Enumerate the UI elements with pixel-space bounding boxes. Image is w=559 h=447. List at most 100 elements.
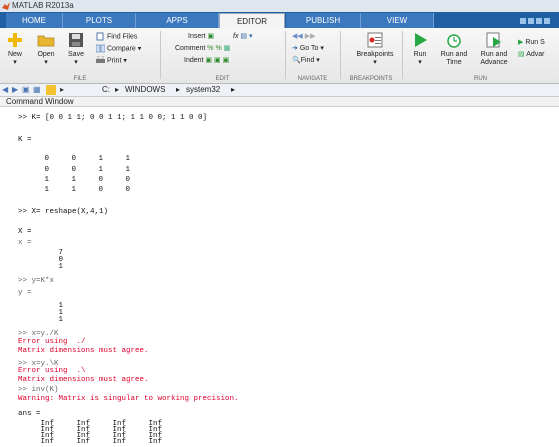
advance-label: Advar xyxy=(526,51,545,58)
path-folder-system32[interactable]: system32 xyxy=(186,84,220,96)
goto-label: Go To xyxy=(299,45,319,52)
back-forward-buttons[interactable]: ◀◀ ▶▶ xyxy=(292,32,316,42)
qa-icon[interactable] xyxy=(536,18,542,24)
command-line: >> X= reshape(X,4,1) xyxy=(18,208,109,216)
output-line: y = xyxy=(18,289,32,297)
path-separator: ▸ xyxy=(176,85,181,94)
path-separator: ▸ xyxy=(231,85,236,94)
tab-editor[interactable]: EDITOR xyxy=(219,13,285,29)
fx-label: fx xyxy=(233,33,239,40)
qa-icon[interactable] xyxy=(544,18,550,24)
advance-icon: ▤ xyxy=(518,51,525,58)
command-line: >> K= [0 0 1 1; 0 0 1 1; 1 1 0 0; 1 1 0 … xyxy=(18,114,208,122)
find-magnifier-icon: 🔍 xyxy=(292,57,301,64)
goto-button[interactable]: ➜ Go To ▾ xyxy=(292,44,324,54)
compare-label: Compare xyxy=(107,45,136,53)
ribbon-separator xyxy=(402,31,403,79)
open-button[interactable]: Open ▾ xyxy=(34,31,58,67)
new-plus-icon xyxy=(8,33,22,47)
run-section-label: Run S xyxy=(525,39,545,46)
tab-view[interactable]: VIEW xyxy=(361,13,434,28)
breakpoints-icon xyxy=(367,32,383,48)
run-section-button[interactable]: ▶ Run S xyxy=(518,38,545,48)
path-folder-windows[interactable]: WINDOWS xyxy=(125,84,165,96)
print-button[interactable]: Print ▾ xyxy=(96,56,127,66)
compare-button[interactable]: Compare ▾ xyxy=(96,44,141,54)
smart-indent-icon: ▣ xyxy=(205,57,213,64)
uncomment-icon[interactable]: % xyxy=(215,45,221,52)
path-separator: ▸ xyxy=(115,85,120,94)
increase-indent-icon[interactable]: ▣ xyxy=(214,57,221,64)
comment-icon: % xyxy=(207,45,214,52)
goto-arrow-icon: ➜ xyxy=(292,45,298,52)
output-line: ans = xyxy=(18,410,41,418)
breakpoints-button[interactable]: Breakpoints ▾ xyxy=(350,31,400,67)
insert-label: Insert xyxy=(188,33,206,40)
path-back-icon[interactable]: ◀ xyxy=(2,84,8,96)
vector-row: 1 xyxy=(18,316,64,324)
breakpoints-group-label: BREAKPOINTS xyxy=(349,76,393,82)
path-root-separator: ▸ xyxy=(60,85,65,94)
ribbon-separator xyxy=(340,31,341,79)
path-forward-icon[interactable]: ▶ xyxy=(12,84,18,96)
save-disk-icon xyxy=(69,33,83,47)
file-group-label: FILE xyxy=(73,76,87,82)
window-title: MATLAB R2013a xyxy=(12,1,74,10)
print-label: Print xyxy=(107,57,122,65)
insert-button[interactable]: Insert ▣ xyxy=(188,32,214,42)
browse-folder-icon[interactable]: ▦ xyxy=(33,84,41,96)
tab-home[interactable]: HOME xyxy=(6,13,63,28)
indent-button[interactable]: Indent ▣ ▣ ▣ xyxy=(184,56,229,66)
matrix-row: 0 0 1 1 xyxy=(22,166,131,174)
vector-row: 1 xyxy=(18,263,64,271)
matrix-row: 1 1 0 0 xyxy=(22,186,131,194)
matrix-row: 1 1 0 0 xyxy=(22,176,131,184)
print-icon xyxy=(96,56,105,63)
advance-button[interactable]: ▤ Advar xyxy=(518,50,544,60)
tab-apps[interactable]: APPS xyxy=(136,13,219,28)
run-and-time-button[interactable]: Run and Time xyxy=(437,31,471,67)
nav-forward-icon[interactable]: ▶▶ xyxy=(305,33,316,40)
command-window[interactable]: >> K= [0 0 1 1; 0 0 1 1; 1 1 0 0; 1 1 0 … xyxy=(0,108,559,446)
run-and-advance-button[interactable]: Run and Advance xyxy=(476,31,512,67)
new-button[interactable]: New ▾ xyxy=(4,31,26,67)
comment-button[interactable]: Comment % % ▦ xyxy=(175,44,230,54)
save-label: Save xyxy=(68,51,84,58)
wrap-comment-icon[interactable]: ▦ xyxy=(224,45,231,52)
editor-ribbon: New ▾ Open ▾ Save ▾ Find Files Compare ▾ Pr… xyxy=(0,28,559,84)
command-window-title: Command Window xyxy=(0,97,559,107)
nav-back-icon[interactable]: ◀◀ xyxy=(292,33,303,40)
find-files-icon xyxy=(96,32,104,41)
error-line: Matrix dimensions must agree. xyxy=(18,376,149,384)
find-label: Find xyxy=(300,57,315,64)
folder-up-icon[interactable]: ▣ xyxy=(22,84,30,96)
matrix-row: 0 0 1 1 xyxy=(22,155,131,163)
run-and-advance-label: Run and Advance xyxy=(480,51,508,66)
run-section-icon: ▶ xyxy=(518,39,524,46)
decrease-indent-icon[interactable]: ▣ xyxy=(223,57,230,64)
save-button[interactable]: Save ▾ xyxy=(64,31,88,67)
path-drive[interactable]: C: xyxy=(102,84,110,96)
run-and-time-label: Run and Time xyxy=(440,51,468,66)
run-button[interactable]: Run ▾ xyxy=(408,31,432,67)
ribbon-separator xyxy=(160,31,161,79)
run-label: Run xyxy=(413,51,427,58)
find-files-button[interactable]: Find Files xyxy=(96,32,137,42)
new-label: New xyxy=(7,51,22,58)
qa-icon[interactable] xyxy=(520,18,526,24)
command-line: >> inv(K) xyxy=(18,386,59,394)
error-line: Error using ./ xyxy=(18,338,86,346)
command-line: >> y=K*x xyxy=(18,277,55,285)
folder-icon xyxy=(46,85,56,95)
matrix-row: Inf Inf Inf Inf xyxy=(18,438,163,446)
tab-publish[interactable]: PUBLISH xyxy=(286,13,361,28)
run-play-icon xyxy=(415,33,427,47)
tab-plots[interactable]: PLOTS xyxy=(63,13,136,28)
quick-access-toolbar xyxy=(519,14,559,26)
qa-icon[interactable] xyxy=(528,18,534,24)
find-button[interactable]: 🔍Find ▾ xyxy=(292,56,320,66)
open-folder-icon xyxy=(37,35,55,47)
fx-dropdown-icon: ▤ ▾ xyxy=(240,33,253,40)
matlab-logo-icon xyxy=(2,2,10,10)
fx-button[interactable]: fx ▤ ▾ xyxy=(233,32,252,42)
